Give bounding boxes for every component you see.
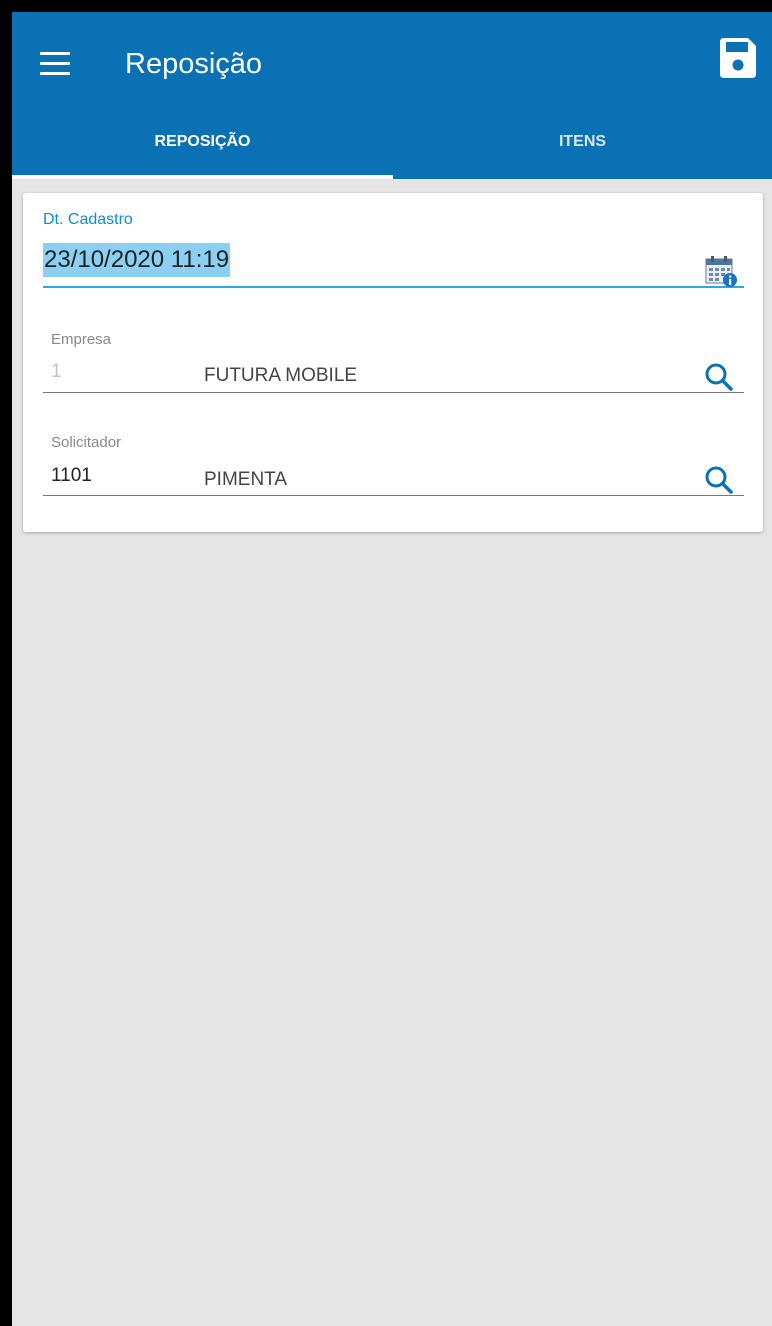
app-screen: Reposição REPOSIÇÃO ITENS Dt. Cadastro 2…	[12, 12, 772, 1326]
save-button[interactable]	[718, 36, 758, 80]
active-tab-indicator	[12, 175, 393, 179]
dt-cadastro-label: Dt. Cadastro	[43, 211, 133, 228]
search-icon	[705, 363, 733, 391]
solicitador-name-value: PIMENTA	[204, 469, 288, 490]
search-icon	[705, 466, 733, 494]
hamburger-menu-icon	[40, 52, 70, 55]
floppy-disk-save-icon	[720, 38, 756, 78]
page-title: Reposição	[125, 48, 263, 80]
empresa-search-button[interactable]	[701, 359, 737, 395]
tab-itens[interactable]: ITENS	[393, 124, 772, 179]
solicitador-code-field[interactable]: 1101	[51, 465, 92, 487]
tab-reposicao[interactable]: REPOSIÇÃO	[12, 124, 393, 179]
calendar-button[interactable]	[703, 253, 739, 289]
solicitador-search-button[interactable]	[701, 462, 737, 498]
empresa-underline	[43, 392, 744, 393]
form-card: Dt. Cadastro 23/10/2020 11:19 Empresa 1 …	[23, 193, 763, 532]
app-bar: Reposição REPOSIÇÃO ITENS	[12, 12, 772, 179]
empresa-name-value: FUTURA MOBILE	[204, 365, 358, 386]
calendar-info-icon	[705, 256, 737, 287]
solicitador-underline	[43, 495, 744, 496]
solicitador-label: Solicitador	[51, 434, 122, 451]
menu-button[interactable]	[40, 52, 70, 76]
empresa-code-field[interactable]: 1	[51, 361, 62, 383]
dt-cadastro-underline	[43, 286, 744, 288]
dt-cadastro-input[interactable]: 23/10/2020 11:19	[43, 243, 231, 277]
empresa-label: Empresa	[51, 331, 112, 348]
